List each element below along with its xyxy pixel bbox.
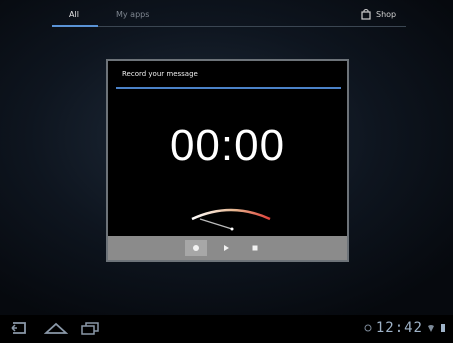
wifi-icon <box>428 325 434 332</box>
tab-divider <box>98 26 406 27</box>
record-dialog: Record your message 00:00 <box>106 59 349 262</box>
play-button[interactable] <box>215 240 237 256</box>
tab-all[interactable]: All <box>69 10 79 19</box>
dialog-title: Record your message <box>122 70 198 78</box>
vu-meter <box>191 208 271 231</box>
vu-pivot <box>230 227 234 231</box>
tab-all-indicator <box>52 25 98 27</box>
timer-display: 00:00 <box>169 121 286 170</box>
play-icon <box>224 245 229 251</box>
stop-button[interactable] <box>244 240 266 256</box>
status-area: 12:42 <box>364 320 447 336</box>
record-icon <box>193 245 199 251</box>
shop-label: Shop <box>376 9 397 19</box>
vu-needle <box>199 218 233 230</box>
recents-icon[interactable] <box>80 321 100 335</box>
home-icon[interactable] <box>44 321 68 335</box>
vu-arc <box>191 208 271 221</box>
title-divider <box>116 87 341 89</box>
stop-icon <box>252 245 258 251</box>
record-button[interactable] <box>185 240 207 256</box>
back-icon[interactable] <box>9 321 29 335</box>
shop-button[interactable]: Shop <box>360 8 396 20</box>
tab-my-apps[interactable]: My apps <box>116 10 149 19</box>
system-bar: 12:42 <box>0 315 453 343</box>
shopping-bag-icon <box>361 9 371 20</box>
playback-controls <box>108 236 347 260</box>
sync-icon <box>364 324 372 332</box>
battery-icon <box>441 324 445 332</box>
app-drawer-tabs: All My apps Shop <box>0 0 453 30</box>
clock: 12:42 <box>375 320 423 336</box>
